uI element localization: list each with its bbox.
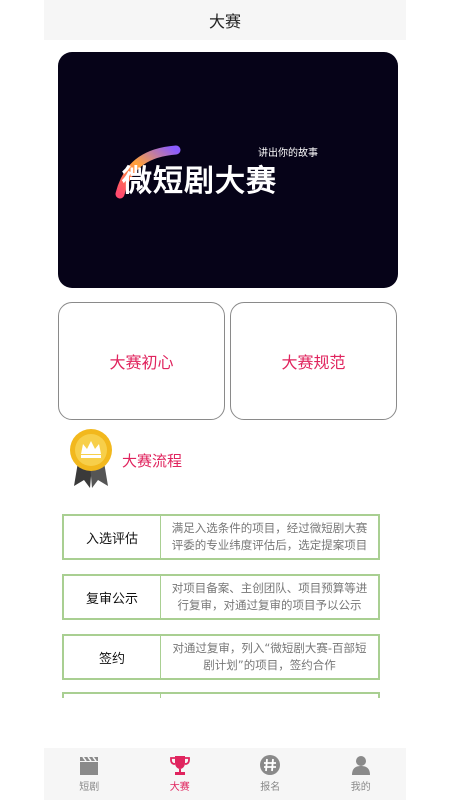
tab-label: 我的 bbox=[350, 782, 371, 793]
info-cards: 大赛初心 大赛规范 bbox=[58, 302, 398, 420]
step-description: 对项目备案、主创团队、项目预算等进行复审，对通过复审的项目予以公示 bbox=[171, 581, 368, 612]
app-screen: 大赛 讲出你的故事 微短剧大赛 大赛初心 大赛规范 大赛流程 入选评估 满足入选… bbox=[44, 0, 406, 800]
step-name: 签约 bbox=[64, 636, 161, 678]
tab-label: 大赛 bbox=[169, 782, 190, 793]
page-title: 大赛 bbox=[208, 12, 241, 31]
step-name bbox=[64, 694, 161, 698]
process-steps: 入选评估 满足入选条件的项目，经过微短剧大赛评委的专业纬度评估后，选定提案项目 … bbox=[62, 514, 382, 698]
contest-banner[interactable]: 讲出你的故事 微短剧大赛 bbox=[58, 52, 398, 288]
clapperboard-icon bbox=[80, 756, 99, 775]
tab-mine[interactable]: 我的 bbox=[316, 748, 407, 800]
page-header: 大赛 bbox=[44, 0, 406, 40]
process-label: 大赛流程 bbox=[122, 452, 183, 470]
step-row: 签约 对通过复审，列入“微短剧大赛-百部短剧计划”的项目，签约合作 bbox=[62, 634, 380, 680]
card-label: 大赛初心 bbox=[109, 353, 174, 372]
tab-contest[interactable]: 大赛 bbox=[135, 748, 226, 800]
step-row-partial bbox=[62, 692, 380, 698]
step-row: 复审公示 对项目备案、主创团队、项目预算等进行复审，对通过复审的项目予以公示 bbox=[62, 574, 380, 620]
bottom-tab-bar: 短剧 大赛 报名 我的 bbox=[44, 748, 406, 800]
step-description: 满足入选条件的项目，经过微短剧大赛评委的专业纬度评估后，选定提案项目 bbox=[171, 521, 368, 552]
tab-registration[interactable]: 报名 bbox=[225, 748, 316, 800]
step-row: 入选评估 满足入选条件的项目，经过微短剧大赛评委的专业纬度评估后，选定提案项目 bbox=[62, 514, 380, 560]
hashtag-icon bbox=[260, 755, 281, 775]
step-name: 入选评估 bbox=[64, 516, 161, 558]
medal-icon bbox=[70, 429, 112, 488]
card-contest-rules[interactable]: 大赛规范 bbox=[230, 302, 397, 420]
step-name: 复审公示 bbox=[64, 576, 161, 618]
step-description: 对通过复审，列入“微短剧大赛-百部短剧计划”的项目，签约合作 bbox=[172, 641, 367, 672]
user-icon bbox=[351, 756, 370, 775]
card-contest-purpose[interactable]: 大赛初心 bbox=[58, 302, 225, 420]
tab-label: 报名 bbox=[260, 782, 281, 793]
banner-title: 微短剧大赛 bbox=[122, 164, 277, 199]
tab-label: 短剧 bbox=[79, 782, 100, 793]
step-description bbox=[161, 694, 378, 698]
contest-process-heading: 大赛流程 bbox=[66, 426, 266, 490]
trophy-icon bbox=[169, 756, 190, 775]
card-label: 大赛规范 bbox=[281, 353, 346, 372]
tab-short-drama[interactable]: 短剧 bbox=[44, 748, 135, 800]
